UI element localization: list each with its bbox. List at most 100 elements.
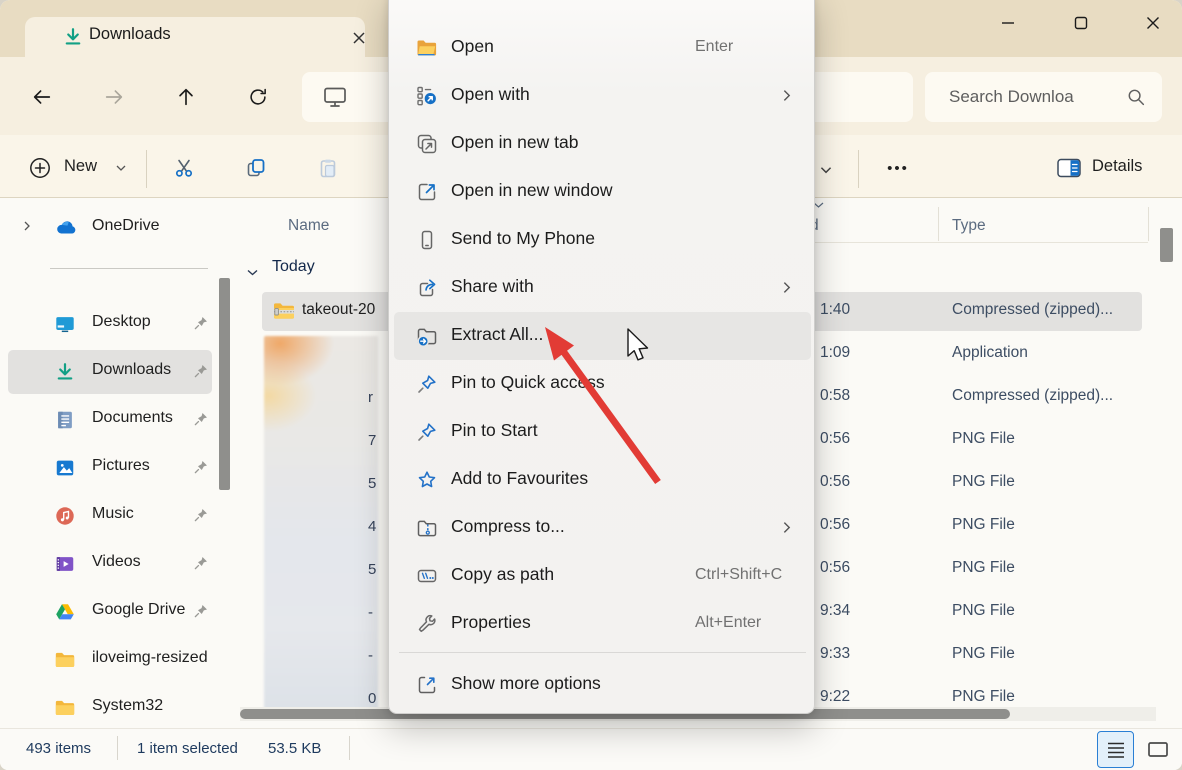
forward-button[interactable] (98, 81, 130, 113)
menu-item-open-in-new-window[interactable]: Open in new window (394, 168, 811, 216)
chevron-right-icon[interactable] (20, 219, 34, 238)
column-header-name[interactable]: Name (288, 217, 329, 235)
menu-item-label: Extract All... (451, 324, 544, 344)
copy-as-path-icon (415, 564, 439, 588)
thumbnail-view-toggle[interactable] (1142, 734, 1173, 765)
menu-item-show-more-options[interactable]: Show more options (394, 661, 811, 709)
sidebar-item-onedrive[interactable]: OneDrive (0, 206, 218, 250)
tab-downloads[interactable]: Downloads (25, 17, 365, 57)
tab-close-icon[interactable] (347, 26, 371, 50)
menu-item-send-to-my-phone[interactable]: Send to My Phone (394, 216, 811, 264)
menu-item-pin-to-quick-access[interactable]: Pin to Quick access (394, 360, 811, 408)
refresh-button[interactable] (242, 81, 274, 113)
tab-title: Downloads (89, 25, 171, 43)
pin-icon (192, 554, 210, 572)
clipped-filename-fragment: 5 (368, 561, 377, 578)
menu-item-open-with[interactable]: Open with (394, 72, 811, 120)
menu-item-extract-all[interactable]: Extract All... (394, 312, 811, 360)
sidebar-item-google-drive[interactable]: Google Drive (0, 590, 218, 634)
new-button[interactable]: New (20, 146, 144, 190)
up-button[interactable] (170, 81, 202, 113)
menu-item-label: Copy as path (451, 564, 555, 584)
sidebar-item-videos[interactable]: Videos (0, 542, 218, 586)
menu-item-share-with[interactable]: Share with (394, 264, 811, 312)
file-time: 0:56 (820, 516, 851, 533)
onedrive-cloud-icon (54, 217, 76, 239)
details-view-toggle[interactable] (1097, 731, 1134, 768)
chevron-down-icon (114, 161, 128, 180)
file-type: PNG File (952, 559, 1015, 576)
sidebar-divider (50, 268, 208, 269)
open-new-window-icon (415, 180, 439, 204)
sidebar-scrollbar[interactable] (219, 278, 230, 490)
menu-item-shortcut: Ctrl+Shift+C (695, 566, 783, 583)
download-icon (54, 361, 76, 383)
context-menu: Open Enter Open with Open in new tab Ope… (388, 0, 815, 714)
back-button[interactable] (26, 81, 58, 113)
file-time: 0:56 (820, 559, 851, 576)
clipped-filename-fragment: 5 (368, 475, 377, 492)
sidebar-item-pictures[interactable]: Pictures (0, 446, 218, 490)
pin-icon (192, 602, 210, 620)
copy-button[interactable] (234, 148, 278, 188)
sidebar-item-music[interactable]: Music (0, 494, 218, 538)
vertical-scrollbar[interactable] (1160, 228, 1173, 262)
close-button[interactable] (1130, 8, 1176, 38)
status-divider (349, 736, 350, 760)
file-type: PNG File (952, 430, 1015, 447)
paste-button[interactable] (306, 148, 350, 188)
chevron-down-icon[interactable] (818, 162, 834, 183)
open-folder-icon (415, 36, 439, 60)
file-time: 0:56 (820, 430, 851, 447)
column-divider[interactable] (938, 207, 939, 241)
search-box[interactable] (925, 72, 1162, 122)
sidebar-item-documents[interactable]: Documents (0, 398, 218, 442)
menu-item-copy-as-path[interactable]: Copy as path Ctrl+Shift+C (394, 552, 811, 600)
sidebar-item-label: Google Drive (92, 601, 186, 618)
column-header-type[interactable]: Type (952, 217, 986, 235)
menu-item-shortcut: Enter (695, 38, 734, 55)
maximize-button[interactable] (1058, 8, 1104, 38)
minimize-button[interactable] (985, 8, 1031, 38)
menu-item-compress-to[interactable]: Compress to... (394, 504, 811, 552)
menu-separator (399, 652, 806, 653)
toolbar-divider (146, 150, 147, 188)
desktop-icon (54, 313, 76, 335)
file-name: takeout-20 (302, 301, 376, 318)
list-lines-icon (1107, 742, 1124, 758)
menu-item-properties[interactable]: Properties Alt+Enter (394, 600, 811, 648)
sidebar-item-label: iloveimg-resized (92, 649, 208, 666)
chevron-right-icon (780, 521, 793, 539)
details-pane-button[interactable]: Details (1048, 148, 1160, 188)
sidebar-item-label: Documents (92, 409, 173, 426)
menu-item-pin-to-start[interactable]: Pin to Start (394, 408, 811, 456)
cut-button[interactable] (162, 148, 206, 188)
sidebar-item-iloveimg-resized[interactable]: iloveimg-resized (0, 638, 218, 682)
pin-icon (192, 410, 210, 428)
sidebar-item-downloads[interactable]: Downloads (0, 350, 218, 394)
file-time: 0:56 (820, 473, 851, 490)
sidebar-item-label: OneDrive (92, 217, 160, 234)
menu-item-open-in-new-tab[interactable]: Open in new tab (394, 120, 811, 168)
menu-item-label: Properties (451, 612, 531, 632)
pin-icon (192, 314, 210, 332)
chevron-down-icon[interactable] (246, 265, 259, 283)
show-more-options-icon (415, 673, 439, 697)
selection-size: 53.5 KB (268, 740, 322, 757)
music-icon (54, 505, 76, 527)
file-type: PNG File (952, 473, 1015, 490)
menu-item-label: Open with (451, 84, 530, 104)
column-divider[interactable] (1148, 207, 1149, 241)
sidebar-item-label: System32 (92, 697, 164, 714)
file-time: 9:34 (820, 602, 851, 619)
menu-item-add-to-favourites[interactable]: Add to Favourites (394, 456, 811, 504)
menu-item-open[interactable]: Open Enter (394, 24, 811, 72)
sidebar-item-system32[interactable]: System32 (0, 686, 218, 730)
pin-icon (192, 506, 210, 524)
menu-item-label: Open (451, 36, 494, 56)
see-more-button[interactable]: ••• (876, 148, 920, 188)
header-underline (815, 242, 1148, 243)
sidebar-item-desktop[interactable]: Desktop (0, 302, 218, 346)
clipped-filename-fragment: r (368, 389, 373, 406)
search-input[interactable] (949, 82, 1119, 112)
